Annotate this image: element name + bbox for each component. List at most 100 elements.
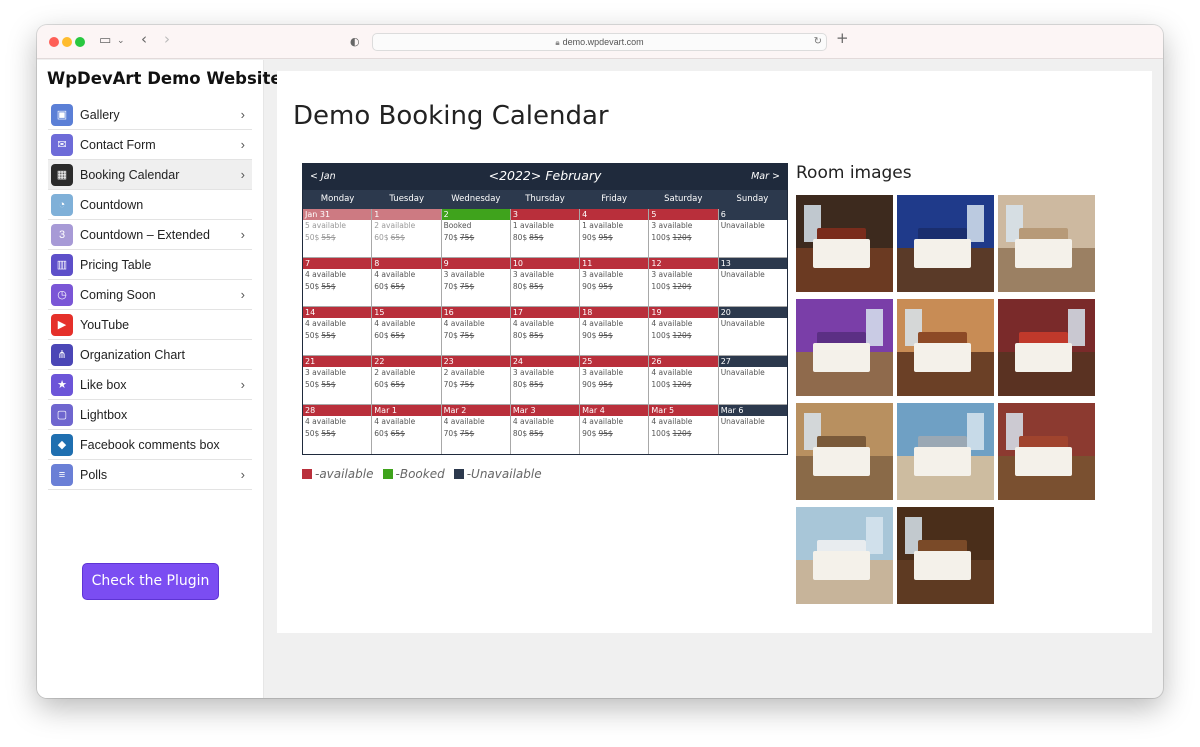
- sidebar-item-like-box[interactable]: ★ Like box ›: [48, 370, 252, 400]
- calendar-day-cell[interactable]: 14 4 available 50$ 55$: [303, 307, 373, 356]
- sidebar-menu: ▣ Gallery › ✉ Contact Form › ▦ Booking Calendar…: [48, 100, 252, 490]
- legend-swatch: [453, 469, 464, 479]
- sidebar-item-countdown[interactable]: ◔ Countdown: [48, 190, 252, 220]
- calendar-day-cell[interactable]: 15 4 available 60$ 65$: [372, 307, 442, 356]
- room-image[interactable]: [796, 507, 893, 604]
- calendar-day-cell: 13 Unavailable: [718, 258, 787, 307]
- room-image[interactable]: [897, 403, 994, 500]
- maximize-window-button[interactable]: [75, 37, 85, 47]
- price-old: 55$: [321, 429, 336, 438]
- day-number: 26: [649, 356, 718, 367]
- day-availability: 4 available: [651, 417, 693, 426]
- day-number: 22: [372, 356, 441, 367]
- reload-icon[interactable]: ↻: [814, 34, 822, 50]
- calendar-day-cell[interactable]: Mar 54 available 100$ 120$: [649, 405, 719, 454]
- day-availability: 4 available: [305, 417, 347, 426]
- calendar-day-cell[interactable]: 22 2 available 60$ 65$: [372, 356, 442, 405]
- calendar-day-cell[interactable]: Mar 44 available 90$ 95$: [580, 405, 650, 454]
- sidebar-item-pricing-table[interactable]: ▥ Pricing Table: [48, 250, 252, 280]
- price-current: 90$: [582, 282, 597, 291]
- room-image[interactable]: [897, 299, 994, 396]
- chevron-right-icon[interactable]: ›: [241, 137, 245, 152]
- sidebar-item-contact-form[interactable]: ✉ Contact Form ›: [48, 130, 252, 160]
- day-number: Mar 3: [510, 405, 580, 416]
- sidebar-toggle-icon[interactable]: ▭: [99, 33, 111, 49]
- sidebar-item-countdown-extended[interactable]: 3 Countdown – Extended ›: [48, 220, 252, 250]
- price-old: 55$: [321, 380, 336, 389]
- forward-icon[interactable]: ›: [164, 31, 170, 47]
- calendar-day-cell[interactable]: 23 2 available 70$ 75$: [441, 356, 511, 405]
- calendar-day-cell[interactable]: 10 3 available 80$ 85$: [510, 258, 581, 307]
- calendar-day-cell[interactable]: 19 4 available 100$ 120$: [649, 307, 719, 356]
- minimize-window-button[interactable]: [62, 37, 72, 47]
- legend-item: -Unavailable: [453, 467, 542, 481]
- calendar-day-cell[interactable]: 28 4 available 50$ 55$: [303, 405, 373, 454]
- close-window-button[interactable]: [49, 37, 59, 47]
- calendar-day-cell[interactable]: 17 4 available 80$ 85$: [510, 307, 581, 356]
- chevron-right-icon[interactable]: ›: [241, 467, 245, 482]
- room-image[interactable]: [897, 507, 994, 604]
- price-current: 70$: [443, 331, 458, 340]
- calendar-day-cell[interactable]: 84 available 60$ 65$: [372, 258, 442, 307]
- calendar-day-cell[interactable]: 18 4 available 90$ 95$: [580, 307, 650, 356]
- day-price: 50$ 55$: [303, 281, 371, 293]
- calendar-day-cell[interactable]: 25 3 available 90$ 95$: [580, 356, 650, 405]
- room-image[interactable]: [796, 403, 893, 500]
- next-month-link[interactable]: Mar >: [751, 171, 780, 182]
- shield-icon[interactable]: ◐: [350, 34, 360, 50]
- site-title[interactable]: WpDevArt Demo Website: [47, 69, 282, 88]
- calendar-day-cell[interactable]: 31 available 80$ 85$: [510, 209, 581, 258]
- sidebar-item-facebook-comments-box[interactable]: ◆ Facebook comments box: [48, 430, 252, 460]
- calendar-day-cell[interactable]: 21 3 available 50$ 55$: [303, 356, 373, 405]
- sidebar-item-organization-chart[interactable]: ⋔ Organization Chart: [48, 340, 252, 370]
- calendar-day-cell[interactable]: 11 3 available 90$ 95$: [580, 258, 650, 307]
- price-current: 80$: [512, 429, 528, 438]
- chevron-right-icon[interactable]: ›: [241, 377, 245, 392]
- chevron-down-icon[interactable]: ⌄: [117, 33, 125, 49]
- calendar-day-cell[interactable]: 41 available 90$ 95$: [580, 209, 650, 258]
- room-image[interactable]: [796, 299, 893, 396]
- day-price: 70$ 75$: [442, 428, 510, 440]
- new-tab-icon[interactable]: +: [836, 30, 849, 46]
- calendar-day-cell[interactable]: 12 3 available 100$ 120$: [649, 258, 719, 307]
- sidebar-item-polls[interactable]: ≡ Polls ›: [48, 460, 252, 490]
- price-old: 85$: [529, 380, 544, 389]
- price-old: 120$: [672, 233, 692, 242]
- back-icon[interactable]: ‹: [141, 31, 147, 47]
- calendar-day-cell[interactable]: 16 4 available 70$ 75$: [441, 307, 511, 356]
- calendar-day-cell[interactable]: Mar 14 available 60$ 65$: [372, 405, 442, 454]
- sidebar-item-gallery[interactable]: ▣ Gallery ›: [48, 100, 252, 130]
- chevron-right-icon[interactable]: ›: [241, 167, 245, 182]
- day-availability: 3 available: [443, 270, 485, 279]
- sidebar-item-lightbox[interactable]: ▢ Lightbox: [48, 400, 252, 430]
- calendar-week-row: 28 4 available 50$ 55$ Mar 14 available 60$ 65…: [303, 405, 787, 454]
- chevron-right-icon[interactable]: ›: [241, 227, 245, 242]
- calendar-day-cell[interactable]: 53 available 100$ 120$: [649, 209, 719, 258]
- calendar-week-row: Jan 31 5 available 50$ 55$ 1 2 available 60$ 65…: [303, 209, 787, 258]
- chevron-right-icon[interactable]: ›: [241, 287, 245, 302]
- room-image[interactable]: [998, 403, 1095, 500]
- day-availability: 4 available: [512, 417, 554, 426]
- room-image[interactable]: [796, 195, 893, 292]
- calendar-week-row: 74 available 50$ 55$ 8 4 available 60$ 65$ 9 3 a…: [303, 258, 787, 307]
- calendar-day-cell[interactable]: 26 4 available 100$ 120$: [649, 356, 719, 405]
- room-image[interactable]: [998, 195, 1095, 292]
- sidebar-item-youtube[interactable]: ▶ YouTube: [48, 310, 252, 340]
- check-plugin-button[interactable]: Check the Plugin: [82, 563, 219, 600]
- sidebar-item-coming-soon[interactable]: ◷ Coming Soon ›: [48, 280, 252, 310]
- calendar-day-cell[interactable]: 93 available 70$ 75$: [441, 258, 511, 307]
- room-bed: [1015, 446, 1072, 476]
- day-price: 70$ 75$: [442, 379, 510, 391]
- day-price: 90$ 95$: [580, 379, 648, 391]
- sidebar-item-booking-calendar[interactable]: ▦ Booking Calendar ›: [48, 160, 252, 190]
- room-image[interactable]: [897, 195, 994, 292]
- chevron-right-icon[interactable]: ›: [241, 107, 245, 122]
- calendar-day-cell[interactable]: Mar 34 available 80$ 85$: [510, 405, 581, 454]
- room-image[interactable]: [998, 299, 1095, 396]
- address-bar[interactable]: 🔒︎ demo.wpdevart.com ↻: [372, 33, 827, 51]
- day-price: 60$ 65$: [372, 428, 440, 440]
- calendar-day-cell[interactable]: 74 available 50$ 55$: [303, 258, 373, 307]
- calendar-day-cell[interactable]: 24 3 available 80$ 85$: [510, 356, 581, 405]
- room-window: [1067, 308, 1086, 346]
- calendar-day-cell[interactable]: Mar 24 available 70$ 75$: [441, 405, 511, 454]
